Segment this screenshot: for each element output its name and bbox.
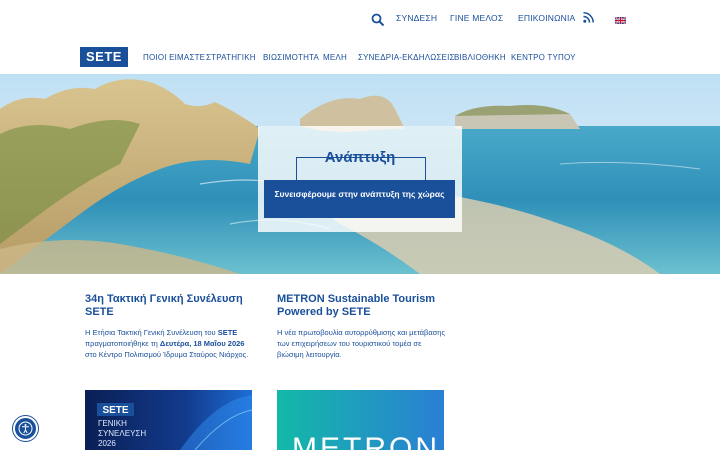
article-summary: Η νέα πρωτοβουλία αυτορρύθμισης και μετά… [277,328,446,359]
general-assembly-thumbnail[interactable]: SETE ΓΕΝΙΚΗ ΣΥΝΕΛΕΥΣΗ 2026 [85,390,252,450]
article-summary: Η Ετήσια Τακτική Γενική Συνέλευση του SE… [85,327,255,360]
rss-icon[interactable] [583,12,594,23]
article-title[interactable]: 34η Τακτική Γενική Συνέλευση SETE [85,293,255,319]
thumb-logo: SETE [102,405,128,416]
nav-item-members[interactable]: ΜΕΛΗ [323,53,347,62]
nav-item-who-we-are[interactable]: ΠΟΙΟΙ ΕΙΜΑΣΤΕ [143,53,205,62]
sete-logo[interactable]: SETE [80,47,128,67]
nav-item-library[interactable]: ΒΙΒΛΙΟΘΗΚΗ [454,53,506,62]
uk-flag-icon[interactable] [615,17,626,24]
article-title[interactable]: METRON Sustainable Tourism Powered by SE… [277,293,447,319]
login-link[interactable]: ΣΥΝΔΕΣΗ [396,13,437,23]
accessibility-button[interactable] [13,416,38,441]
thumb-year: 2026 [98,439,116,448]
thumb-line2: ΣΥΝΕΛΕΥΣΗ [98,429,146,438]
top-utility-bar: ΣΥΝΔΕΣΗ ΓΙΝΕ ΜΕΛΟΣ ΕΠΙΚΟΙΝΩΝΙΑ [0,0,720,38]
article-metron: METRON Sustainable Tourism Powered by SE… [277,293,447,360]
article-summary-date: Δευτέρα, 18 Μαΐου 2026 [159,339,245,348]
search-icon[interactable] [371,13,385,27]
article-summary-text: πραγματοποιήθηκε τη [85,339,160,348]
article-summary-text: Η Ετήσια Τακτική Γενική Συνέλευση του [85,328,218,337]
contact-link[interactable]: ΕΠΙΚΟΙΝΩΝΙΑ [518,13,575,23]
metron-thumbnail[interactable]: METRON [277,390,444,450]
nav-item-strategy[interactable]: ΣΤΡΑΤΗΓΙΚΗ [206,53,256,62]
article-general-assembly: 34η Τακτική Γενική Συνέλευση SETE Η Ετήσ… [85,293,255,360]
accessibility-icon [18,421,33,436]
article-summary-bold: SETE [217,328,238,337]
hero-tagline-button[interactable]: Συνεισφέρουμε στην ανάπτυξη της χώρας [264,180,455,218]
metron-graphic: METRON [277,390,444,450]
nav-item-sustainability[interactable]: ΒΙΩΣΙΜΟΤΗΤΑ [263,53,319,62]
nav-item-press-center[interactable]: ΚΕΝΤΡΟ ΤΥΠΟΥ [511,53,576,62]
article-summary-text: στο Κέντρο Πολιτισμού Ίδρυμα Σταύρος Νιά… [85,350,249,359]
hero-title: Ανάπτυξη [324,149,396,166]
thumb-line1: ΓΕΝΙΚΗ [98,419,127,428]
nav-item-conferences-events[interactable]: ΣΥΝΕΔΡΙΑ-ΕΚΔΗΛΩΣΕΙΣ [358,53,455,62]
main-nav: SETE ΠΟΙΟΙ ΕΙΜΑΣΤΕ ΣΤΡΑΤΗΓΙΚΗ ΒΙΩΣΙΜΟΤΗΤ… [0,38,720,74]
become-member-link[interactable]: ΓΙΝΕ ΜΕΛΟΣ [450,13,503,23]
general-assembly-graphic: SETE ΓΕΝΙΚΗ ΣΥΝΕΛΕΥΣΗ 2026 [85,390,252,450]
metron-wordmark: METRON [292,432,440,450]
